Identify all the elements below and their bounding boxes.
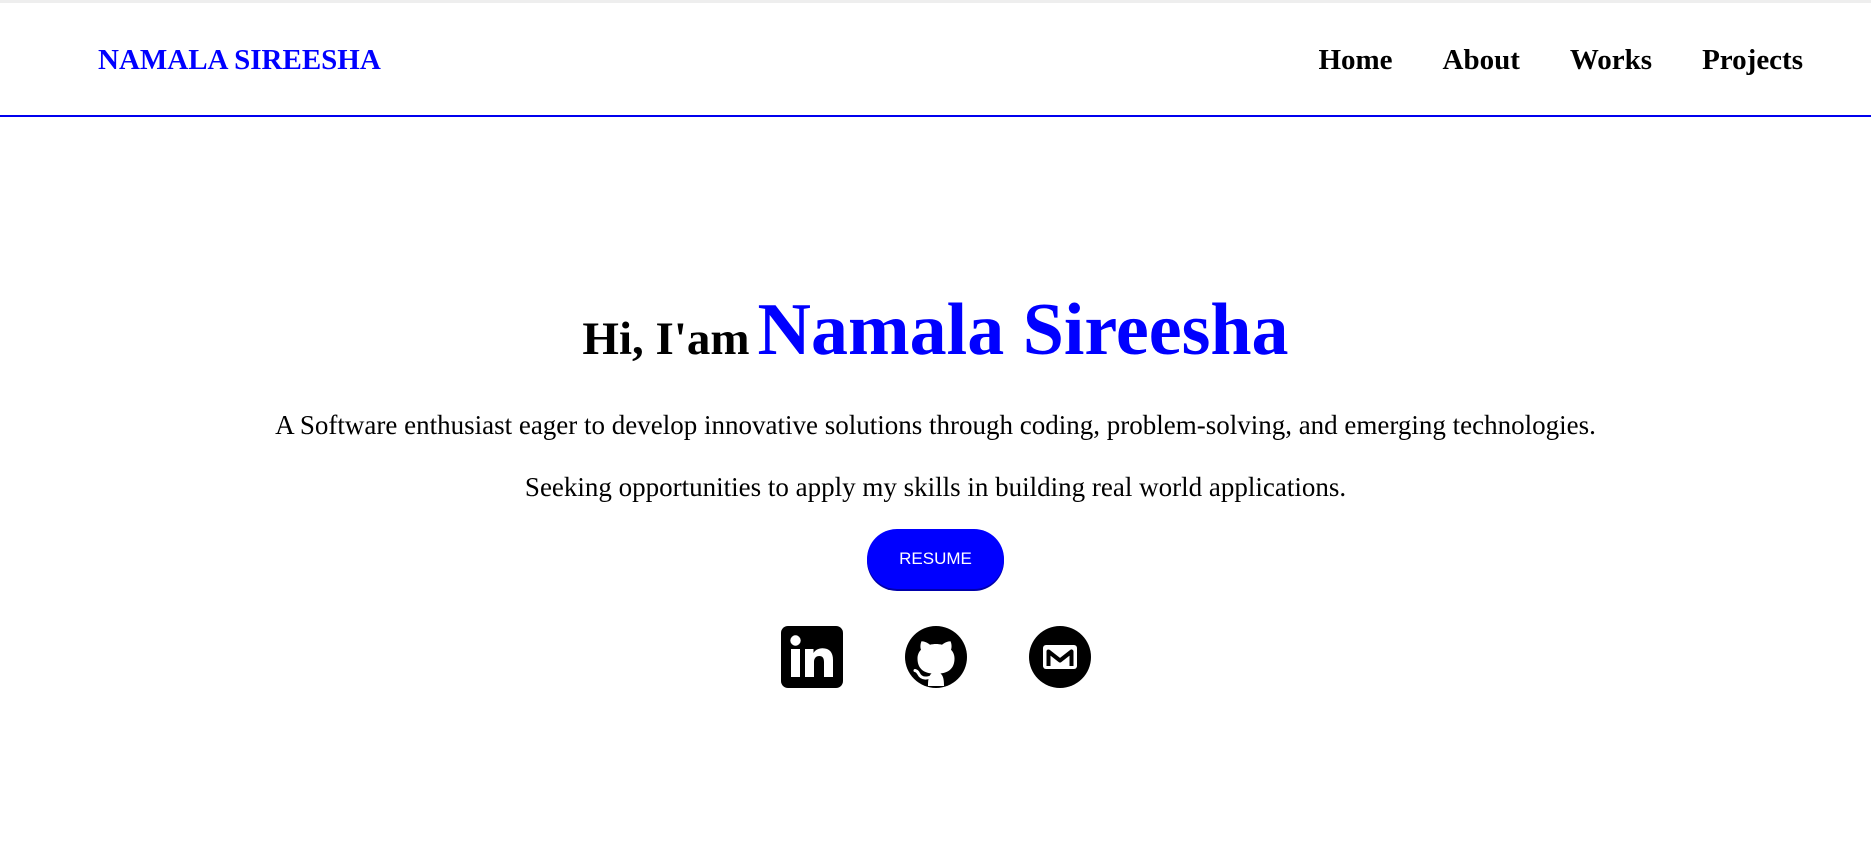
resume-button[interactable]: RESUME: [867, 529, 1004, 589]
nav-link-works[interactable]: Works: [1570, 44, 1652, 76]
nav-item-about: About: [1443, 43, 1520, 77]
github-icon: [904, 626, 967, 688]
email-link[interactable]: [1028, 625, 1092, 689]
hero-tagline: A Software enthusiast eager to develop i…: [275, 410, 1596, 440]
github-link[interactable]: [904, 625, 968, 689]
social-links: [0, 625, 1871, 689]
nav-links: Home About Works Projects: [1318, 43, 1803, 77]
linkedin-link[interactable]: [780, 625, 844, 689]
hero-heading: Hi, I'am Namala Sireesha: [0, 290, 1871, 383]
hero-seeking-text: Seeking opportunities to apply my skills…: [524, 472, 1347, 502]
nav-item-works: Works: [1570, 43, 1652, 77]
nav-item-home: Home: [1318, 43, 1392, 77]
nav-link-about[interactable]: About: [1443, 44, 1520, 76]
nav-item-projects: Projects: [1702, 43, 1803, 77]
brand-logo-link[interactable]: NAMALA SIREESHA: [98, 43, 381, 77]
linkedin-icon: [780, 626, 843, 688]
nav-link-projects[interactable]: Projects: [1702, 44, 1803, 76]
navbar: NAMALA SIREESHA Home About Works Project…: [0, 3, 1871, 117]
greeting-prefix: Hi, I'am: [582, 313, 750, 365]
gmail-icon: [1028, 626, 1091, 688]
hero-section: Hi, I'am Namala Sireesha A Software enth…: [0, 290, 1871, 689]
hero-name: Namala Sireesha: [757, 289, 1289, 371]
nav-link-home[interactable]: Home: [1318, 44, 1392, 76]
